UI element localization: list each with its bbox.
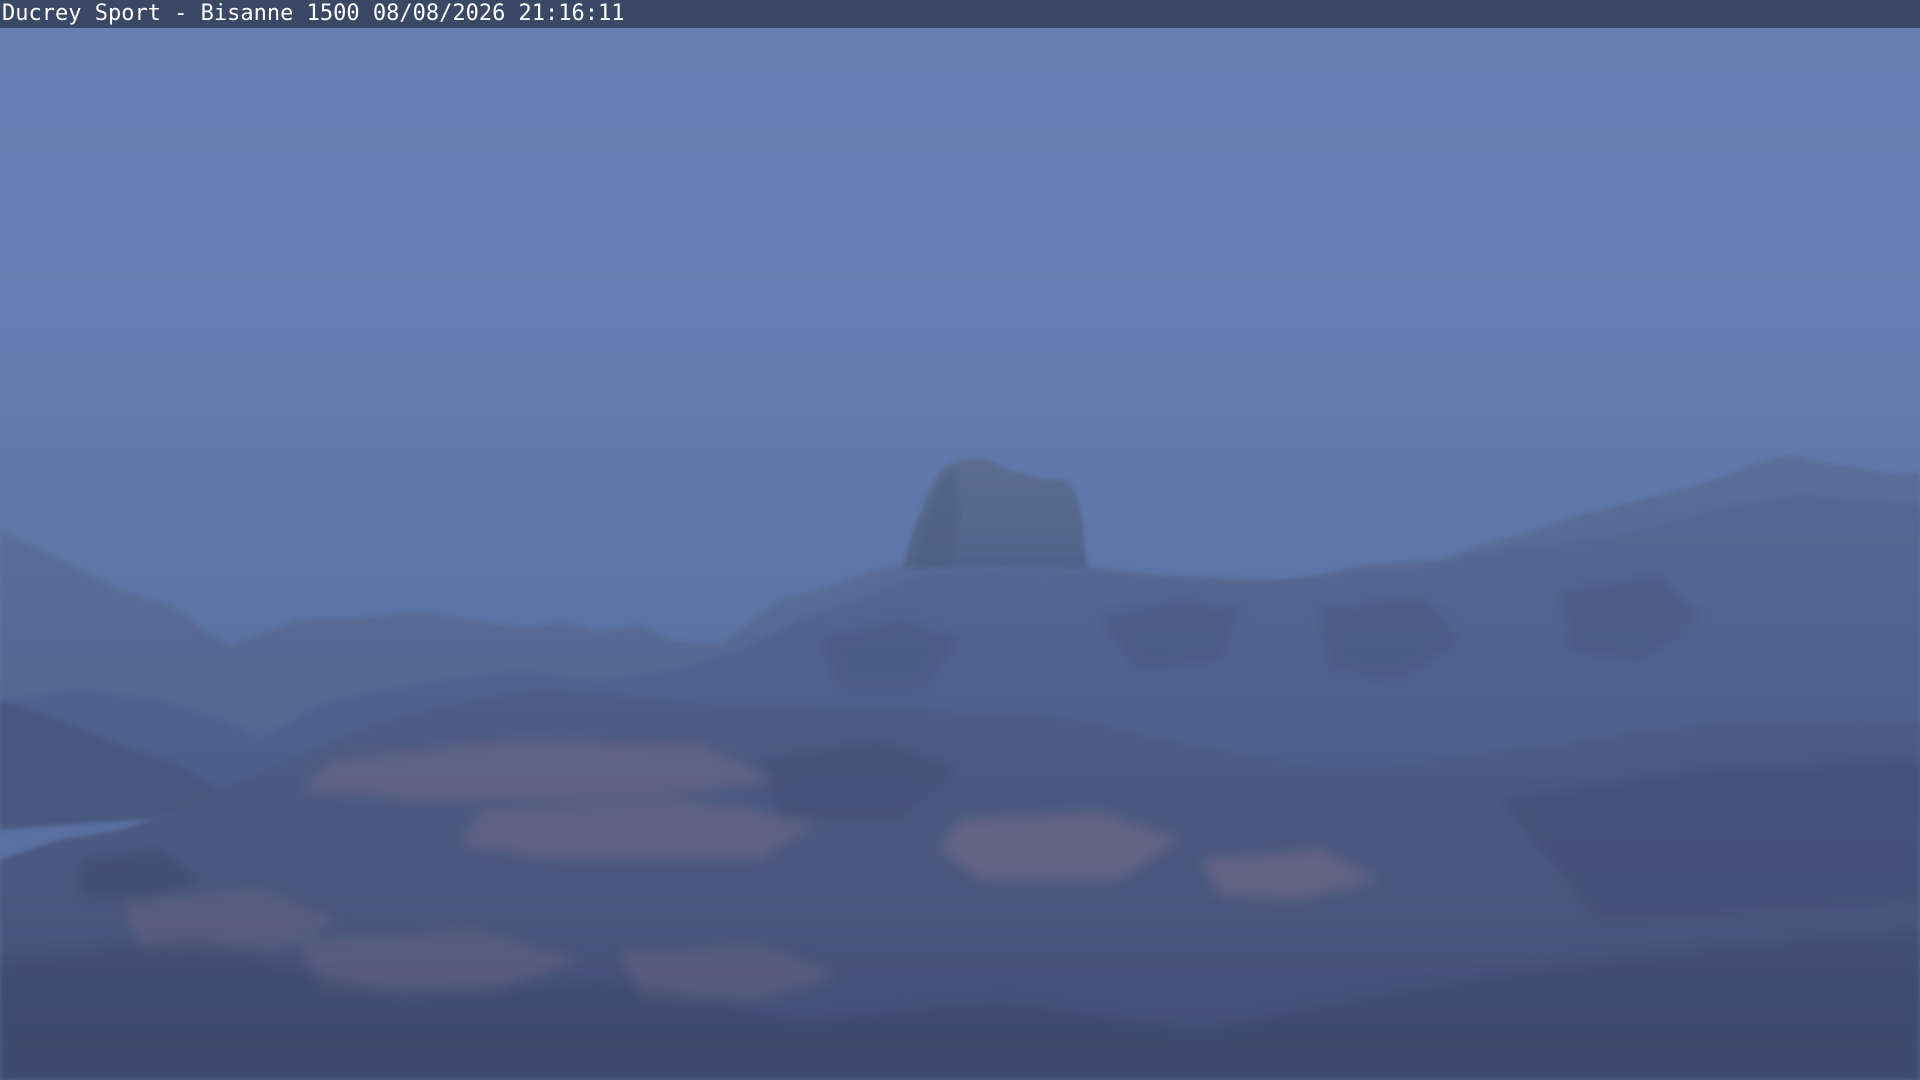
mountain-landscape <box>0 28 1920 1080</box>
haze <box>0 28 1920 1080</box>
webcam-frame: Ducrey Sport - Bisanne 1500 08/08/2026 2… <box>0 0 1920 1080</box>
camera-timestamp-label: Ducrey Sport - Bisanne 1500 08/08/2026 2… <box>2 1 625 26</box>
